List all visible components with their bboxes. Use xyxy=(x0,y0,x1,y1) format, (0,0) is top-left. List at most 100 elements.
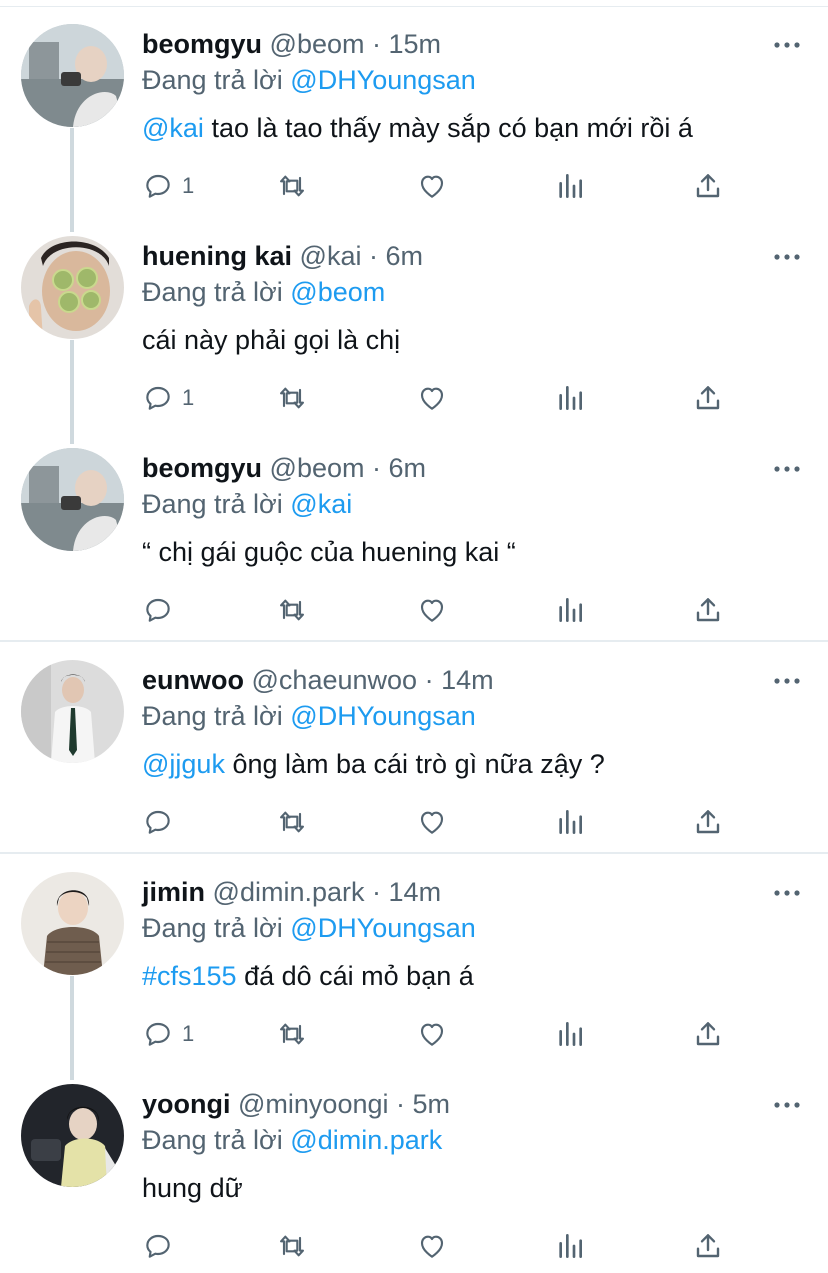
share-button[interactable] xyxy=(692,1228,724,1264)
tweet[interactable]: huening kai @kai · 6m Đang trả lời @beom… xyxy=(0,216,828,428)
user-handle[interactable]: @kai xyxy=(300,241,362,271)
retweet-icon xyxy=(280,811,304,833)
analytics-icon xyxy=(559,1234,582,1258)
replying-to-label: Đang trả lời xyxy=(142,65,283,95)
tweet-text: hung dữ xyxy=(142,1170,243,1206)
replying-to-handle[interactable]: @dimin.park xyxy=(290,1125,442,1155)
replying-to-handle[interactable]: @DHYoungsan xyxy=(290,913,476,943)
tweet[interactable]: beomgyu @beom · 6m Đang trả lời @kai “ c… xyxy=(0,428,828,640)
more-icon[interactable] xyxy=(772,1090,802,1120)
retweet-button[interactable] xyxy=(276,1016,308,1052)
tweet-body: ông làm ba cái trò gì nữa zậy ? xyxy=(224,749,605,779)
like-button[interactable] xyxy=(416,168,448,204)
avatar[interactable] xyxy=(21,236,124,339)
mention-link[interactable]: @kai xyxy=(142,113,204,143)
hashtag-link[interactable]: #cfs155 xyxy=(142,961,237,991)
replying-to-handle[interactable]: @beom xyxy=(290,277,385,307)
analytics-button[interactable] xyxy=(554,592,586,628)
reply-button[interactable] xyxy=(142,1228,174,1264)
timestamp[interactable]: 6m xyxy=(389,453,427,483)
reply-icon xyxy=(146,1022,170,1046)
user-handle[interactable]: @dimin.park xyxy=(213,877,365,907)
avatar[interactable] xyxy=(21,872,124,975)
replying-to-label: Đang trả lời xyxy=(142,277,283,307)
separator-dot: · xyxy=(372,877,382,907)
tweet-actions xyxy=(142,804,742,844)
avatar[interactable] xyxy=(21,1084,124,1187)
more-icon[interactable] xyxy=(772,30,802,60)
share-button[interactable] xyxy=(692,1016,724,1052)
more-icon[interactable] xyxy=(772,242,802,272)
tweet-body: cái này phải gọi là chị xyxy=(142,325,401,355)
like-button[interactable] xyxy=(416,380,448,416)
analytics-button[interactable] xyxy=(554,1228,586,1264)
replying-to: Đang trả lời @DHYoungsan xyxy=(142,698,476,734)
tweet-body: hung dữ xyxy=(142,1173,243,1203)
avatar[interactable] xyxy=(21,660,124,763)
display-name[interactable]: beomgyu xyxy=(142,29,262,59)
retweet-button[interactable] xyxy=(276,592,308,628)
retweet-button[interactable] xyxy=(276,804,308,840)
user-handle[interactable]: @minyoongi xyxy=(238,1089,388,1119)
tweet-text: @jjguk ông làm ba cái trò gì nữa zậy ? xyxy=(142,746,605,782)
avatar[interactable] xyxy=(21,24,124,127)
display-name[interactable]: jimin xyxy=(142,877,205,907)
analytics-button[interactable] xyxy=(554,1016,586,1052)
tweet[interactable]: jimin @dimin.park · 14m Đang trả lời @DH… xyxy=(0,852,828,1064)
like-button[interactable] xyxy=(416,1016,448,1052)
reply-button[interactable]: 1 xyxy=(142,168,194,204)
retweet-button[interactable] xyxy=(276,380,308,416)
more-icon[interactable] xyxy=(772,454,802,484)
analytics-button[interactable] xyxy=(554,168,586,204)
tweet[interactable]: yoongi @minyoongi · 5m Đang trả lời @dim… xyxy=(0,1064,828,1273)
avatar[interactable] xyxy=(21,448,124,551)
share-button[interactable] xyxy=(692,592,724,628)
timestamp[interactable]: 14m xyxy=(389,877,442,907)
share-button[interactable] xyxy=(692,380,724,416)
more-icon[interactable] xyxy=(772,878,802,908)
like-icon xyxy=(420,1235,444,1258)
tweet-text: @kai tao là tao thấy mày sắp có bạn mới … xyxy=(142,110,693,146)
more-icon[interactable] xyxy=(772,666,802,696)
user-handle[interactable]: @beom xyxy=(270,29,365,59)
tweet[interactable]: eunwoo @chaeunwoo · 14m Đang trả lời @DH… xyxy=(0,640,828,852)
reply-button[interactable]: 1 xyxy=(142,380,194,416)
timestamp[interactable]: 5m xyxy=(413,1089,451,1119)
retweet-button[interactable] xyxy=(276,168,308,204)
replying-to-handle[interactable]: @kai xyxy=(290,489,352,519)
separator-dot: · xyxy=(372,29,381,59)
display-name[interactable]: yoongi xyxy=(142,1089,231,1119)
tweet[interactable]: beomgyu @beom · 15m Đang trả lời @DHYoun… xyxy=(0,4,828,216)
like-icon xyxy=(420,1023,444,1046)
reply-icon xyxy=(146,598,170,622)
replying-to-handle[interactable]: @DHYoungsan xyxy=(290,701,476,731)
timestamp[interactable]: 15m xyxy=(389,29,442,59)
user-handle[interactable]: @beom xyxy=(270,453,365,483)
like-icon xyxy=(420,387,444,410)
share-button[interactable] xyxy=(692,804,724,840)
replying-to: Đang trả lời @dimin.park xyxy=(142,1122,442,1158)
reply-icon xyxy=(146,1234,170,1258)
reply-button[interactable]: 1 xyxy=(142,1016,194,1052)
replying-to-handle[interactable]: @DHYoungsan xyxy=(290,65,476,95)
timestamp[interactable]: 6m xyxy=(386,241,424,271)
retweet-icon xyxy=(280,175,304,197)
display-name[interactable]: huening kai xyxy=(142,241,292,271)
mention-link[interactable]: @jjguk xyxy=(142,749,225,779)
reply-button[interactable] xyxy=(142,804,174,840)
share-icon xyxy=(696,174,720,198)
retweet-button[interactable] xyxy=(276,1228,308,1264)
like-button[interactable] xyxy=(416,1228,448,1264)
share-button[interactable] xyxy=(692,168,724,204)
analytics-button[interactable] xyxy=(554,804,586,840)
user-handle[interactable]: @chaeunwoo xyxy=(252,665,418,695)
tweet-text: cái này phải gọi là chị xyxy=(142,322,400,358)
tweet-body: đá dô cái mỏ bạn á xyxy=(236,961,474,991)
like-button[interactable] xyxy=(416,804,448,840)
like-button[interactable] xyxy=(416,592,448,628)
timestamp[interactable]: 14m xyxy=(441,665,494,695)
reply-button[interactable] xyxy=(142,592,174,628)
display-name[interactable]: beomgyu xyxy=(142,453,262,483)
analytics-button[interactable] xyxy=(554,380,586,416)
display-name[interactable]: eunwoo xyxy=(142,665,244,695)
